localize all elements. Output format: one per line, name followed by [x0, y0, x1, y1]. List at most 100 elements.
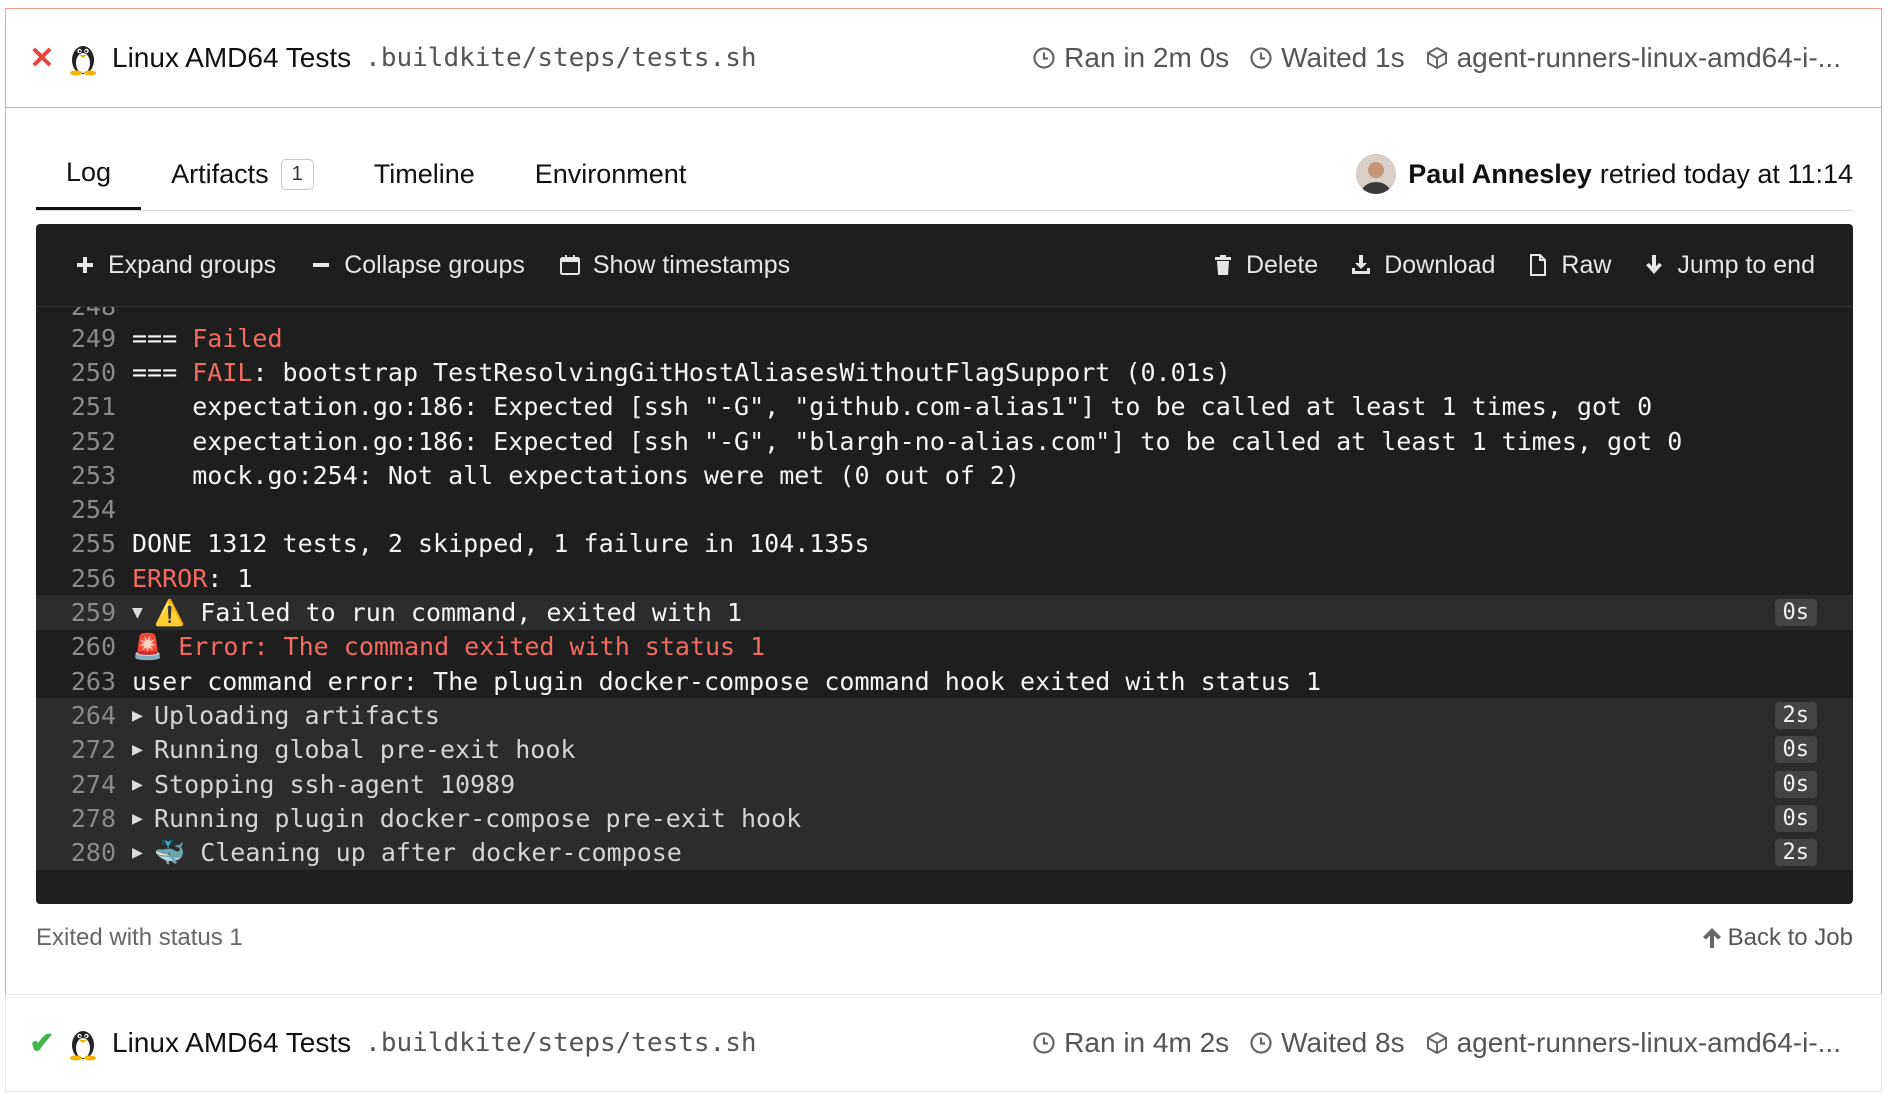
retry-info: Paul Annesley retried today at 11:14: [1356, 154, 1853, 194]
raw-log-button[interactable]: Raw: [1527, 251, 1611, 280]
log-line: 263 user command error: The plugin docke…: [36, 664, 1853, 698]
tab-environment[interactable]: Environment: [505, 138, 717, 210]
tab-timeline[interactable]: Timeline: [344, 138, 505, 210]
line-number: 263: [70, 666, 116, 696]
error-text: Error: The command exited with status 1: [178, 632, 766, 662]
line-number: 252: [70, 426, 116, 456]
minus-icon: [313, 263, 330, 267]
log-text: expectation.go:186: Expected [ssh "-G", …: [132, 426, 1683, 456]
line-number: 274: [70, 769, 116, 799]
line-number: 280: [70, 838, 116, 868]
caret-right-icon[interactable]: ▶: [132, 739, 154, 760]
job-meta: Ran in 4m 2s Waited 8s agent-runners-lin…: [1032, 1027, 1841, 1059]
group-duration-badge: 0s: [1774, 770, 1817, 798]
collapse-groups-button[interactable]: Collapse groups: [310, 251, 525, 280]
expand-label: Expand groups: [108, 250, 277, 279]
warning-icon: ⚠️: [154, 597, 186, 627]
cube-icon: [1426, 46, 1447, 70]
job-name: Linux AMD64 Tests: [112, 42, 352, 73]
retry-user[interactable]: Paul Annesley: [1408, 159, 1592, 190]
avatar[interactable]: [1356, 154, 1397, 194]
waited-text: Waited 1s: [1281, 42, 1405, 73]
log-group-expanded[interactable]: 259 ▼ ⚠️ Failed to run command, exited w…: [36, 595, 1853, 630]
plus-icon: [77, 257, 93, 273]
line-number: 260: [70, 632, 116, 662]
download-icon: [1352, 255, 1371, 274]
caret-right-icon[interactable]: ▶: [132, 808, 154, 829]
log-group-collapsed[interactable]: 280 ▶ 🐳 Cleaning up after docker-compose 2s: [36, 835, 1853, 870]
waited-duration: Waited 8s: [1249, 1027, 1405, 1059]
job-command: .buildkite/steps/tests.sh: [365, 43, 757, 73]
log-text: user command error: The plugin docker-co…: [132, 666, 1322, 696]
line-number: 248: [36, 307, 132, 321]
agent-link[interactable]: agent-runners-linux-amd64-i-...: [1425, 1027, 1841, 1059]
log-line: 253 mock.go:254: Not all expectations we…: [36, 458, 1853, 492]
tab-label: Environment: [534, 158, 687, 189]
job-header-failed[interactable]: ✕ Linux AMD64 Tests .buildkite/steps/tes…: [5, 8, 1882, 108]
log-error-line: 260 🚨 Error: The command exited with sta…: [36, 630, 1853, 664]
tab-artifacts[interactable]: Artifacts 1: [141, 138, 344, 210]
file-icon: [1530, 254, 1547, 276]
log-highlight: ERROR: [132, 563, 208, 593]
log-text: DONE 1312 tests, 2 skipped, 1 failure in…: [132, 529, 870, 559]
tab-label: Log: [66, 157, 112, 187]
failed-status-icon: ✕: [29, 41, 55, 75]
agent-link[interactable]: agent-runners-linux-amd64-i-...: [1425, 42, 1841, 74]
job-command: .buildkite/steps/tests.sh: [365, 1028, 757, 1058]
line-number: 249: [70, 323, 116, 353]
arrow-down-icon: [1646, 255, 1663, 274]
log-group-collapsed[interactable]: 264 ▶ Uploading artifacts 2s: [36, 698, 1853, 733]
log-output[interactable]: 248 249 === Failed 250 === FAIL: bootstrap …: [36, 307, 1853, 870]
caret-right-icon[interactable]: ▶: [132, 842, 154, 863]
log-group-collapsed[interactable]: 272 ▶ Running global pre-exit hook 0s: [36, 732, 1853, 767]
log-line: 252 expectation.go:186: Expected [ssh "-…: [36, 424, 1853, 458]
collapse-label: Collapse groups: [344, 250, 525, 279]
line-number: 264: [70, 700, 116, 730]
retry-text: retried today at 11:14: [1599, 158, 1853, 189]
log-group-collapsed[interactable]: 274 ▶ Stopping ssh-agent 10989 0s: [36, 766, 1853, 802]
jump-to-end-button[interactable]: Jump to end: [1643, 251, 1815, 280]
log-line: 250 === FAIL: bootstrap TestResolvingGitH…: [36, 355, 1853, 389]
passed-status-icon: ✔: [29, 1026, 55, 1060]
group-duration-badge: 2s: [1774, 839, 1817, 867]
log-group-collapsed[interactable]: 278 ▶ Running plugin docker-compose pre-ex…: [36, 801, 1853, 836]
log-prefix: ===: [132, 323, 193, 353]
show-timestamps-button[interactable]: Show timestamps: [559, 251, 790, 280]
log-line: 249 === Failed: [36, 321, 1853, 355]
job-details-panel: Log Artifacts 1 Timeline Environment Pau…: [5, 108, 1882, 994]
clock-icon: [1033, 47, 1055, 69]
back-label: Back to Job: [1727, 924, 1853, 951]
arrow-up-icon: [1702, 928, 1721, 948]
clock-icon: [1250, 1032, 1272, 1054]
expand-groups-button[interactable]: Expand groups: [74, 251, 276, 280]
caret-down-icon[interactable]: ▼: [132, 602, 154, 623]
linux-tux-icon: [70, 1031, 96, 1061]
siren-icon: 🚨: [132, 631, 164, 661]
group-duration-badge: 0s: [1774, 599, 1817, 627]
delete-label: Delete: [1245, 250, 1319, 279]
docker-icon: 🐳: [154, 837, 186, 867]
tab-log[interactable]: Log: [36, 138, 142, 210]
delete-log-button[interactable]: Delete: [1212, 251, 1318, 280]
raw-label: Raw: [1561, 250, 1612, 279]
tab-label: Artifacts: [171, 158, 269, 189]
caret-right-icon[interactable]: ▶: [132, 705, 154, 726]
group-title: Stopping ssh-agent 10989: [154, 769, 516, 799]
job-name: Linux AMD64 Tests: [112, 1027, 352, 1058]
ran-duration: Ran in 4m 2s: [1032, 1027, 1229, 1059]
group-duration-badge: 2s: [1774, 701, 1817, 729]
job-header-passed[interactable]: ✔ Linux AMD64 Tests .buildkite/steps/tes…: [5, 994, 1882, 1092]
line-number: 255: [70, 529, 116, 559]
caret-right-icon[interactable]: ▶: [132, 774, 154, 795]
cube-icon: [1426, 1031, 1447, 1055]
download-log-button[interactable]: Download: [1350, 251, 1495, 280]
waited-duration: Waited 1s: [1249, 42, 1405, 74]
log-line: 251 expectation.go:186: Expected [ssh "-…: [36, 390, 1853, 424]
job-tabs: Log Artifacts 1 Timeline Environment Pau…: [36, 138, 1853, 211]
clock-icon: [1033, 1032, 1055, 1054]
back-to-job-link[interactable]: Back to Job: [1702, 924, 1853, 952]
ran-duration: Ran in 2m 0s: [1032, 42, 1229, 74]
timestamps-label: Show timestamps: [592, 250, 791, 279]
line-number: 253: [70, 460, 116, 490]
line-number: 254: [70, 495, 116, 525]
